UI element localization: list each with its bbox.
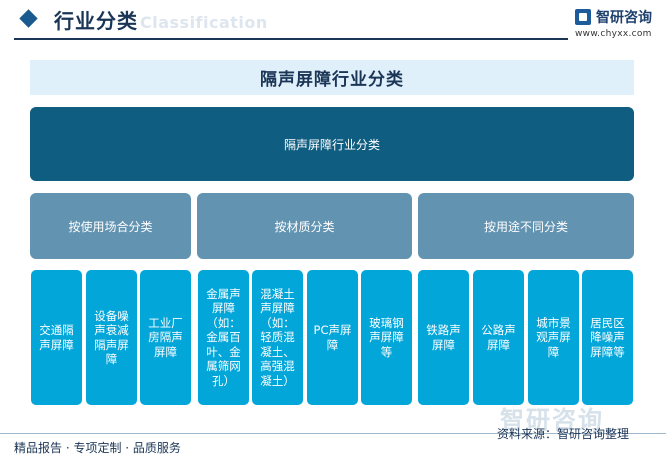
- leaf-node: 居民区降噪声屏障等: [582, 270, 633, 405]
- category-usage: 按使用场合分类: [30, 193, 191, 259]
- footer-source: 资料来源：智研咨询整理: [497, 427, 630, 441]
- diagram-title: 隔声屏障行业分类: [260, 70, 404, 90]
- header-subtitle-en: Classification: [140, 13, 268, 32]
- leaf-node: 交通隔声屏障: [31, 270, 82, 405]
- header-title: 行业分类: [54, 9, 138, 33]
- leaf-node: 公路声屏障: [473, 270, 524, 405]
- category-purpose: 按用途不同分类: [418, 193, 634, 259]
- leaf-node: 城市景观声屏障: [528, 270, 579, 405]
- leaf-node: 设备噪声衰减隔声屏障: [86, 270, 137, 405]
- diamond-icon: [19, 9, 38, 28]
- company-logo: 智研咨询 www.chyxx.com: [575, 6, 665, 40]
- root-node: 隔声屏障行业分类: [30, 107, 634, 181]
- category-material: 按材质分类: [197, 193, 412, 259]
- footer-tagline: 精品报告 · 专项定制 · 品质服务: [14, 441, 181, 455]
- logo-name: 智研咨询: [596, 10, 652, 26]
- leaf-node: PC声屏障: [307, 270, 358, 405]
- leaf-node: 工业厂房隔声屏障: [140, 270, 191, 405]
- leaf-node: 铁路声屏障: [418, 270, 469, 405]
- leaf-node: 金属声屏障（如：金属百叶、金属筛网孔）: [198, 270, 249, 405]
- logo-icon: [575, 9, 591, 25]
- diagram-title-band: 隔声屏障行业分类: [30, 60, 634, 95]
- logo-url: www.chyxx.com: [575, 29, 652, 39]
- leaf-node: 混凝土声屏障（如：轻质混凝土、高强混凝土）: [252, 270, 303, 405]
- header: Classification 行业分类: [0, 0, 666, 40]
- leaf-node: 玻璃钢声屏障等: [361, 270, 412, 405]
- header-divider: [14, 38, 568, 40]
